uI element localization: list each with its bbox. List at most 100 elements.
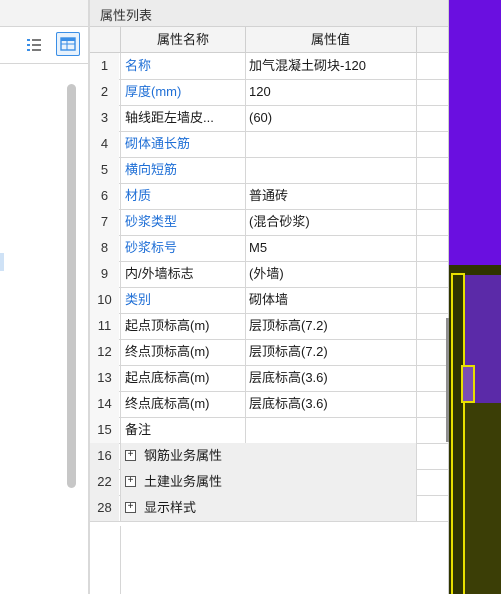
property-value[interactable] xyxy=(245,157,417,183)
property-row[interactable]: 14 终点底标高(m) 层底标高(3.6) xyxy=(90,391,448,418)
property-group-row[interactable]: 28 + 显示样式 xyxy=(90,495,448,522)
row-number: 8 xyxy=(90,235,119,261)
property-value[interactable] xyxy=(245,417,417,443)
property-row[interactable]: 11 起点顶标高(m) 层顶标高(7.2) xyxy=(90,313,448,340)
property-name: 横向短筋 xyxy=(120,157,246,183)
viewport-wall-lower xyxy=(463,403,501,594)
row-tail xyxy=(417,131,448,157)
property-row[interactable]: 4 砌体通长筋 xyxy=(90,131,448,158)
property-value[interactable]: (60) xyxy=(245,105,417,131)
row-tail xyxy=(417,365,448,391)
selection-marker xyxy=(0,253,4,271)
grid-empty-divider xyxy=(120,526,121,594)
property-value[interactable]: 120 xyxy=(245,79,417,105)
table-view-icon[interactable] xyxy=(56,32,80,56)
row-tail xyxy=(417,417,448,443)
row-number: 6 xyxy=(90,183,119,209)
property-name: 轴线距左墙皮... xyxy=(120,105,246,131)
row-tail xyxy=(417,209,448,235)
row-tail xyxy=(417,469,448,495)
property-name: 砌体通长筋 xyxy=(120,131,246,157)
property-row[interactable]: 15 备注 xyxy=(90,417,448,444)
property-group-row[interactable]: 22 + 土建业务属性 xyxy=(90,469,448,496)
group-name[interactable]: + 土建业务属性 xyxy=(120,469,246,495)
row-number: 3 xyxy=(90,105,119,131)
property-row[interactable]: 9 内/外墙标志 (外墙) xyxy=(90,261,448,288)
row-tail xyxy=(417,183,448,209)
header-row-number xyxy=(90,27,119,52)
row-tail xyxy=(417,495,448,521)
property-value[interactable]: 层底标高(3.6) xyxy=(245,365,417,391)
row-tail xyxy=(417,235,448,261)
property-name: 材质 xyxy=(120,183,246,209)
property-value[interactable]: 层顶标高(7.2) xyxy=(245,313,417,339)
property-value[interactable] xyxy=(245,131,417,157)
left-pane-header xyxy=(0,0,88,27)
row-number: 16 xyxy=(90,443,119,469)
row-number: 11 xyxy=(90,313,119,339)
property-name: 类别 xyxy=(120,287,246,313)
row-tail xyxy=(417,79,448,105)
row-number: 4 xyxy=(90,131,119,157)
property-value[interactable]: 加气混凝土砌块-120 xyxy=(245,53,417,79)
header-property-value[interactable]: 属性值 xyxy=(245,27,417,52)
property-value[interactable]: (混合砂浆) xyxy=(245,209,417,235)
selected-wall-grip[interactable] xyxy=(461,365,475,403)
3d-viewport[interactable] xyxy=(449,0,501,594)
property-row[interactable]: 10 类别 砌体墙 xyxy=(90,287,448,314)
header-property-name[interactable]: 属性名称 xyxy=(120,27,246,52)
property-row[interactable]: 3 轴线距左墙皮... (60) xyxy=(90,105,448,132)
row-number: 13 xyxy=(90,365,119,391)
property-value[interactable]: M5 xyxy=(245,235,417,261)
property-name: 起点底标高(m) xyxy=(120,365,246,391)
property-name: 砂浆类型 xyxy=(120,209,246,235)
property-name: 起点顶标高(m) xyxy=(120,313,246,339)
property-row[interactable]: 12 终点顶标高(m) 层顶标高(7.2) xyxy=(90,339,448,366)
property-value[interactable]: (外墙) xyxy=(245,261,417,287)
property-name: 内/外墙标志 xyxy=(120,261,246,287)
group-name[interactable]: + 显示样式 xyxy=(120,495,246,521)
group-name[interactable]: + 钢筋业务属性 xyxy=(120,443,246,469)
row-tail xyxy=(417,157,448,183)
property-row[interactable]: 8 砂浆标号 M5 xyxy=(90,235,448,262)
property-row[interactable]: 2 厚度(mm) 120 xyxy=(90,79,448,106)
group-label: 显示样式 xyxy=(144,500,197,515)
property-row[interactable]: 7 砂浆类型 (混合砂浆) xyxy=(90,209,448,236)
property-value[interactable]: 普通砖 xyxy=(245,183,417,209)
group-label: 土建业务属性 xyxy=(144,474,223,489)
property-row[interactable]: 5 横向短筋 xyxy=(90,157,448,184)
property-group-row[interactable]: 16 + 钢筋业务属性 xyxy=(90,443,448,470)
expand-icon[interactable]: + xyxy=(125,476,136,488)
row-tail xyxy=(417,287,448,313)
property-value[interactable]: 层顶标高(7.2) xyxy=(245,339,417,365)
property-value[interactable]: 层底标高(3.6) xyxy=(245,391,417,417)
property-row[interactable]: 6 材质 普通砖 xyxy=(90,183,448,210)
group-value xyxy=(245,495,417,521)
row-number: 2 xyxy=(90,79,119,105)
row-number: 12 xyxy=(90,339,119,365)
property-row[interactable]: 13 起点底标高(m) 层底标高(3.6) xyxy=(90,365,448,392)
row-tail xyxy=(417,53,448,79)
row-number: 5 xyxy=(90,157,119,183)
property-name: 厚度(mm) xyxy=(120,79,246,105)
row-number: 7 xyxy=(90,209,119,235)
expand-icon[interactable]: + xyxy=(125,450,136,462)
list-icon[interactable] xyxy=(23,34,45,56)
row-tail xyxy=(417,261,448,287)
group-label: 钢筋业务属性 xyxy=(144,448,223,463)
selected-wall-outline[interactable] xyxy=(451,273,465,594)
left-pane xyxy=(0,0,88,594)
grid-header: 属性名称 属性值 xyxy=(90,27,448,53)
panel-title: 属性列表 xyxy=(100,8,153,23)
row-tail xyxy=(417,313,448,339)
row-tail xyxy=(417,339,448,365)
property-panel: 属性列表 属性名称 属性值 1 名称 加气混凝土砌块-120 2 厚度(mm) 120 3 轴… xyxy=(90,0,450,594)
row-number: 9 xyxy=(90,261,119,287)
expand-icon[interactable]: + xyxy=(125,502,136,514)
row-number: 15 xyxy=(90,417,119,443)
property-name: 砂浆标号 xyxy=(120,235,246,261)
left-scrollbar[interactable] xyxy=(67,84,76,488)
row-tail xyxy=(417,443,448,469)
property-value[interactable]: 砌体墙 xyxy=(245,287,417,313)
property-row[interactable]: 1 名称 加气混凝土砌块-120 xyxy=(90,53,448,80)
